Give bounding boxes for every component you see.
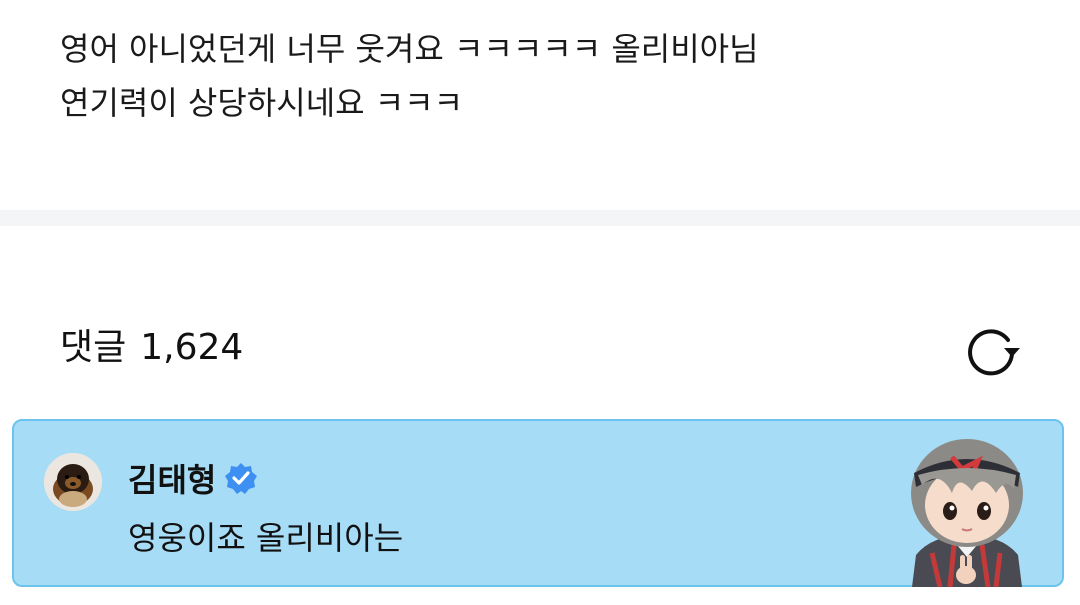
comment-text: 영웅이죠 올리비아는: [128, 519, 404, 557]
comments-count: 1,624: [140, 327, 244, 368]
refresh-button[interactable]: [962, 318, 1022, 378]
refresh-icon: [968, 329, 1020, 376]
comments-header: 댓글 1,624: [60, 318, 243, 370]
avatar[interactable]: [44, 453, 102, 511]
comment-author[interactable]: 김태형: [128, 455, 258, 501]
author-name: 김태형: [128, 461, 217, 499]
pinned-comment-card[interactable]: 김태형 영웅이죠 올리비아는: [12, 419, 1064, 588]
post-body: 영어 아니었던게 너무 웃겨요 ㅋㅋㅋㅋㅋ 올리비아님 연기력이 상당하시네요 …: [60, 22, 1020, 130]
section-divider: [0, 210, 1080, 226]
post-line: 영어 아니었던게 너무 웃겨요 ㅋㅋㅋㅋㅋ 올리비아님: [60, 30, 759, 68]
character-sticker: [892, 435, 1042, 588]
post-line: 연기력이 상당하시네요 ㅋㅋㅋ: [60, 84, 464, 122]
comments-label: 댓글: [60, 327, 127, 368]
verified-badge-icon: [225, 463, 258, 494]
